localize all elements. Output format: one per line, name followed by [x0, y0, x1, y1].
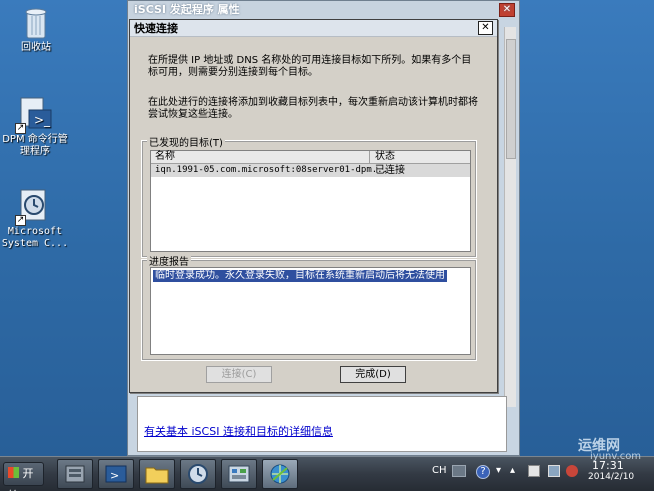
target-status: 已连接	[375, 165, 405, 176]
taskbar-powershell[interactable]: >	[98, 459, 134, 489]
desktop-icon-system-center[interactable]: ↗ Microsoft System C...	[0, 188, 73, 250]
chevron-down-icon[interactable]: ▾	[496, 465, 501, 476]
clock-date[interactable]: 2014/2/10	[588, 472, 634, 482]
window-title: iSCSI 发起程序 属性	[134, 3, 240, 16]
vertical-scrollbar[interactable]	[504, 27, 516, 407]
desktop-icon-label: Microsoft	[7, 226, 63, 237]
language-indicator[interactable]: CH	[432, 465, 447, 476]
action-center-flag-icon[interactable]	[528, 465, 540, 477]
desktop-icon-label: DPM 命令行管	[2, 134, 68, 145]
dialog-title: 快速连接	[134, 22, 178, 35]
close-button[interactable]: ✕	[499, 3, 515, 17]
iscsi-help-link[interactable]: 有关基本 iSCSI 连接和目标的详细信息	[144, 423, 333, 439]
shortcut-arrow-icon: ↗	[15, 123, 26, 134]
desktop-icon-recycle-bin[interactable]: 回收站	[0, 6, 74, 54]
taskbar-server-manager[interactable]	[57, 459, 93, 489]
svg-text:>: >	[110, 469, 119, 482]
taskbar: 开始 >	[0, 438, 654, 491]
powershell-icon: >	[105, 465, 127, 483]
control-panel-icon	[228, 465, 250, 483]
system-center-icon: ↗	[15, 188, 53, 226]
group-label: 已发现的目标(T)	[147, 134, 225, 149]
volume-muted-icon[interactable]	[566, 465, 578, 477]
system-center-icon	[188, 464, 208, 484]
network-icon[interactable]	[548, 465, 560, 477]
column-header-name[interactable]: 名称	[155, 151, 175, 163]
text-line: 尝试恢复这些连接。	[148, 109, 238, 120]
start-button[interactable]: 开始	[3, 462, 44, 491]
connect-button[interactable]: 连接(C)	[206, 366, 272, 383]
text-line: 在所提供 IP 地址或 DNS 名称处的可用连接目标如下所列。如果有多个目	[148, 55, 472, 66]
help-icon[interactable]: ?	[476, 465, 490, 479]
desktop-icon-label: System C...	[1, 238, 69, 249]
link-pane: 有关基本 iSCSI 连接和目标的详细信息	[137, 396, 507, 452]
watermark-text: iyunv.com	[590, 451, 642, 462]
taskbar-explorer[interactable]	[139, 459, 175, 489]
quick-connect-dialog: 快速连接 ✕ 在所提供 IP 地址或 DNS 名称处的可用连接目标如下所列。如果…	[129, 19, 498, 393]
taskbar-iscsi-initiator[interactable]	[262, 459, 298, 489]
window-titlebar[interactable]: iSCSI 发起程序 属性 ✕	[128, 1, 519, 20]
windows-logo-icon	[8, 467, 19, 478]
recycle-bin-icon	[22, 6, 50, 40]
text-line: 标可用，则需要分别连接到每个目标。	[148, 67, 318, 78]
desktop-icon-label: 回收站	[21, 42, 51, 53]
svg-text:>_: >_	[34, 113, 51, 127]
done-button[interactable]: 完成(D)	[340, 366, 406, 383]
list-header: 名称 状态	[151, 151, 470, 164]
keyboard-icon[interactable]	[452, 465, 466, 477]
progress-report-box[interactable]: 临时登录成功。永久登录失败，目标在系统重新启动后将无法使用	[150, 267, 471, 355]
desktop-icon-label: 理程序	[20, 146, 50, 157]
desktop-icon-dpm-shell[interactable]: >_ ↗ DPM 命令行管 理程序	[0, 96, 73, 158]
intro-text: 在所提供 IP 地址或 DNS 名称处的可用连接目标如下所列。如果有多个目 标可…	[148, 55, 478, 79]
target-name: iqn.1991-05.com.microsoft:08server01-dpm…	[155, 165, 388, 175]
taskbar-system-center[interactable]	[180, 459, 216, 489]
persist-text: 在此处进行的连接将添加到收藏目标列表中，每次重新启动该计算机时都将 尝试恢复这些…	[148, 97, 478, 121]
column-divider[interactable]	[369, 151, 370, 164]
text-line: 在此处进行的连接将添加到收藏目标列表中，每次重新启动该计算机时都将	[148, 97, 478, 108]
taskbar-control-panel[interactable]	[221, 459, 257, 489]
group-label: 进度报告	[147, 253, 191, 268]
targets-listview[interactable]: 名称 状态 iqn.1991-05.com.microsoft:08server…	[150, 150, 471, 252]
close-button[interactable]: ✕	[478, 21, 493, 35]
progress-message: 临时登录成功。永久登录失败，目标在系统重新启动后将无法使用	[153, 270, 447, 282]
globe-network-icon	[270, 464, 290, 484]
server-manager-icon	[65, 465, 85, 483]
column-header-status[interactable]: 状态	[375, 151, 395, 163]
shortcut-arrow-icon: ↗	[15, 215, 26, 226]
chevron-up-icon[interactable]: ▴	[510, 465, 515, 476]
dialog-titlebar[interactable]: 快速连接 ✕	[130, 20, 497, 37]
dpm-shell-icon: >_ ↗	[15, 96, 53, 134]
folder-icon	[145, 467, 169, 484]
scrollbar-thumb[interactable]	[506, 39, 516, 159]
table-row[interactable]: iqn.1991-05.com.microsoft:08server01-dpm…	[151, 164, 470, 177]
